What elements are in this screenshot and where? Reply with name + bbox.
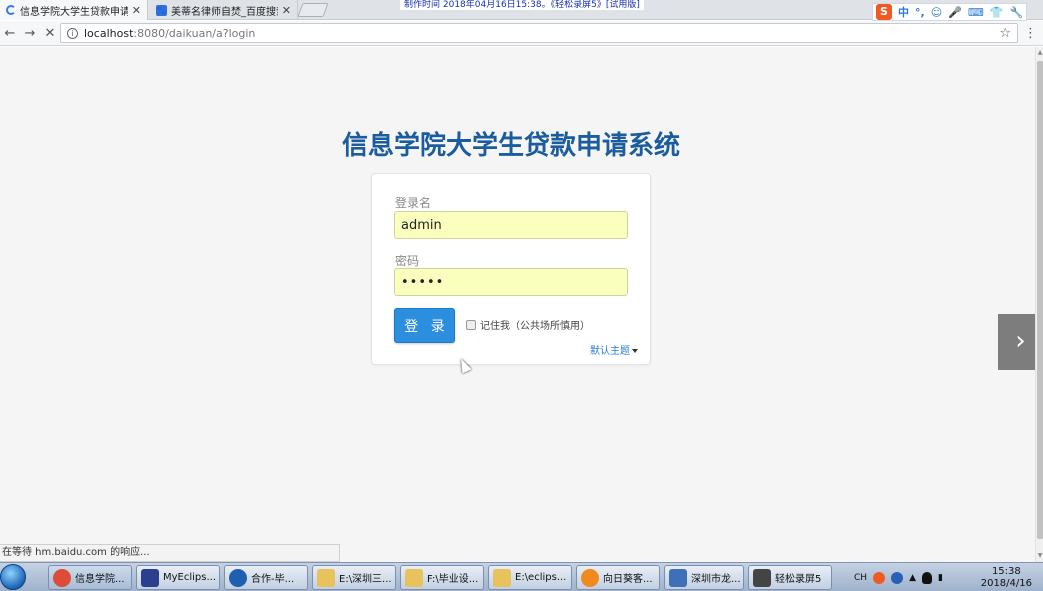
language-indicator[interactable]: CH bbox=[854, 573, 867, 583]
recording-watermark: 制作时间 2018年04月16日15:38。《轻松录屏5》[试用版] bbox=[400, 0, 644, 10]
clock[interactable]: 15:38 2018/4/16 bbox=[981, 566, 1040, 590]
folder-icon bbox=[405, 568, 423, 587]
login-button[interactable]: 登 录 bbox=[394, 308, 455, 343]
baidu-paw-icon: 🐾 bbox=[156, 4, 167, 16]
theme-label: 默认主题 bbox=[590, 346, 630, 357]
tab-login-page[interactable]: 信息学院大学生贷款申请 ✕ bbox=[0, 0, 148, 20]
taskbar-item-label: 向日葵客... bbox=[603, 574, 653, 585]
taskbar-item-chat[interactable]: 合作-毕... bbox=[224, 565, 308, 590]
status-bubble: 在等待 hm.baidu.com 的响应... bbox=[0, 544, 340, 562]
theme-dropdown[interactable]: 默认主题 bbox=[590, 342, 638, 357]
clock-date: 2018/4/16 bbox=[980, 577, 1032, 589]
start-button[interactable] bbox=[0, 564, 26, 590]
taskbar-item-label: F:\毕业设... bbox=[427, 574, 479, 585]
browser-toolbar: ← → ✕ i localhost :8080/daikuan/a?login … bbox=[0, 21, 1043, 46]
qq-penguin-icon[interactable] bbox=[921, 571, 932, 584]
ime-chinese-mode[interactable]: 中 bbox=[898, 4, 909, 20]
taskbar-item-label: 深圳市龙... bbox=[691, 574, 741, 585]
tab-title: 信息学院大学生贷款申请 bbox=[20, 6, 128, 18]
taskbar-item-chrome[interactable]: 信息学院... bbox=[48, 565, 132, 590]
scrollbar-thumb[interactable] bbox=[1037, 61, 1043, 539]
ime-emoji-icon[interactable]: ☺ bbox=[931, 6, 942, 19]
page-viewport: 信息学院大学生贷款申请系统 登录名 密码 登 录 记住我（公共场所慎用） 默认主… bbox=[0, 47, 1043, 562]
page-title: 信息学院大学生贷款申请系统 bbox=[341, 131, 680, 161]
forward-arrow-icon[interactable]: → bbox=[20, 26, 40, 41]
chevron-right-icon: › bbox=[1015, 326, 1026, 356]
login-form: 登录名 密码 登 录 记住我（公共场所慎用） 默认主题 bbox=[371, 173, 651, 365]
close-icon[interactable]: ✕ bbox=[132, 4, 141, 17]
password-input[interactable] bbox=[394, 268, 628, 296]
taskbar-item-recorder[interactable]: 轻松录屏5 bbox=[748, 565, 832, 590]
caret-down-icon bbox=[632, 349, 638, 353]
signal-icon[interactable]: ▮ bbox=[938, 573, 943, 583]
taskbar-item-label: E:\eclips... bbox=[515, 572, 567, 583]
tab-baidu-search[interactable]: 🐾 美蒂名律师自焚_百度搜索 ✕ bbox=[150, 0, 298, 20]
folder-icon bbox=[493, 568, 511, 587]
username-input[interactable] bbox=[394, 211, 628, 239]
document-icon bbox=[669, 568, 687, 587]
folder-icon bbox=[317, 568, 335, 587]
close-icon[interactable]: ✕ bbox=[282, 4, 291, 17]
stop-loading-icon[interactable]: ✕ bbox=[40, 26, 60, 41]
taskbar-item-myeclipse[interactable]: MyEclips... bbox=[136, 565, 220, 590]
ime-skin-icon[interactable]: 👕 bbox=[990, 6, 1004, 19]
help-icon[interactable] bbox=[891, 571, 904, 584]
bookmark-star-icon[interactable]: ☆ bbox=[999, 26, 1011, 41]
myeclipse-icon bbox=[141, 568, 159, 587]
url-path: :8080/daikuan/a?login bbox=[133, 26, 256, 40]
taskbar-item-label: E:\深圳三... bbox=[339, 574, 392, 585]
address-bar[interactable]: i localhost :8080/daikuan/a?login ☆ bbox=[60, 23, 1018, 43]
sunflower-icon bbox=[581, 568, 599, 587]
taskbar-item-label: 合作-毕... bbox=[251, 574, 295, 585]
system-tray: CH ▲ ▮ 15:38 2018/4/16 bbox=[850, 565, 1040, 590]
taskbar-item-sunflower[interactable]: 向日葵客... bbox=[576, 565, 660, 590]
remember-checkbox[interactable] bbox=[466, 319, 476, 330]
taskbar-item-label: 信息学院... bbox=[75, 574, 125, 585]
chrome-icon bbox=[53, 568, 71, 587]
scroll-down-icon[interactable]: ▼ bbox=[1036, 550, 1043, 562]
info-icon[interactable]: i bbox=[67, 27, 78, 39]
sogou-tray-icon[interactable] bbox=[873, 571, 886, 584]
taskbar-item-document[interactable]: 深圳市龙... bbox=[664, 565, 744, 590]
tab-strip: 信息学院大学生贷款申请 ✕ 🐾 美蒂名律师自焚_百度搜索 ✕ 制作时间 2018… bbox=[0, 0, 1043, 21]
clock-time: 15:38 bbox=[991, 565, 1021, 577]
scroll-up-icon[interactable]: ▲ bbox=[1036, 47, 1043, 59]
remember-me[interactable]: 记住我（公共场所慎用） bbox=[466, 317, 590, 332]
taskbar-item-label: MyEclips... bbox=[163, 572, 217, 583]
ime-settings-icon[interactable]: 🔧 bbox=[1009, 6, 1023, 19]
sogou-logo-icon[interactable]: S bbox=[876, 4, 892, 20]
tab-title: 美蒂名律师自焚_百度搜索 bbox=[171, 6, 278, 18]
recorder-icon bbox=[753, 568, 771, 587]
loading-spinner-icon bbox=[6, 5, 16, 15]
taskbar-item-folder-1[interactable]: E:\深圳三... bbox=[312, 565, 396, 590]
ime-voice-icon[interactable]: 🎤 bbox=[948, 6, 962, 19]
new-tab-button[interactable] bbox=[297, 3, 329, 17]
password-label: 密码 bbox=[395, 254, 420, 268]
network-icon[interactable]: ▲ bbox=[909, 573, 916, 583]
remember-label: 记住我（公共场所慎用） bbox=[480, 321, 590, 332]
taskbar-item-folder-2[interactable]: F:\毕业设... bbox=[400, 565, 484, 590]
browser-menu-icon[interactable]: ⋮ bbox=[1024, 26, 1037, 41]
chat-avatar-icon bbox=[229, 568, 247, 587]
url-host: localhost bbox=[84, 26, 134, 40]
ime-toolbar[interactable]: S 中 °, ☺ 🎤 ⌨ 👕 🔧 bbox=[872, 3, 1028, 21]
taskbar-item-label: 轻松录屏5 bbox=[775, 574, 822, 585]
ime-keyboard-icon[interactable]: ⌨ bbox=[968, 6, 984, 19]
taskbar: 信息学院... MyEclips... 合作-毕... E:\深圳三... F:… bbox=[0, 562, 1043, 591]
vertical-scrollbar[interactable]: ▲ ▼ bbox=[1035, 47, 1043, 562]
back-arrow-icon[interactable]: ← bbox=[0, 26, 20, 41]
username-label: 登录名 bbox=[395, 196, 432, 210]
taskbar-item-folder-3[interactable]: E:\eclips... bbox=[488, 565, 572, 590]
ime-punctuation-icon[interactable]: °, bbox=[915, 6, 925, 19]
